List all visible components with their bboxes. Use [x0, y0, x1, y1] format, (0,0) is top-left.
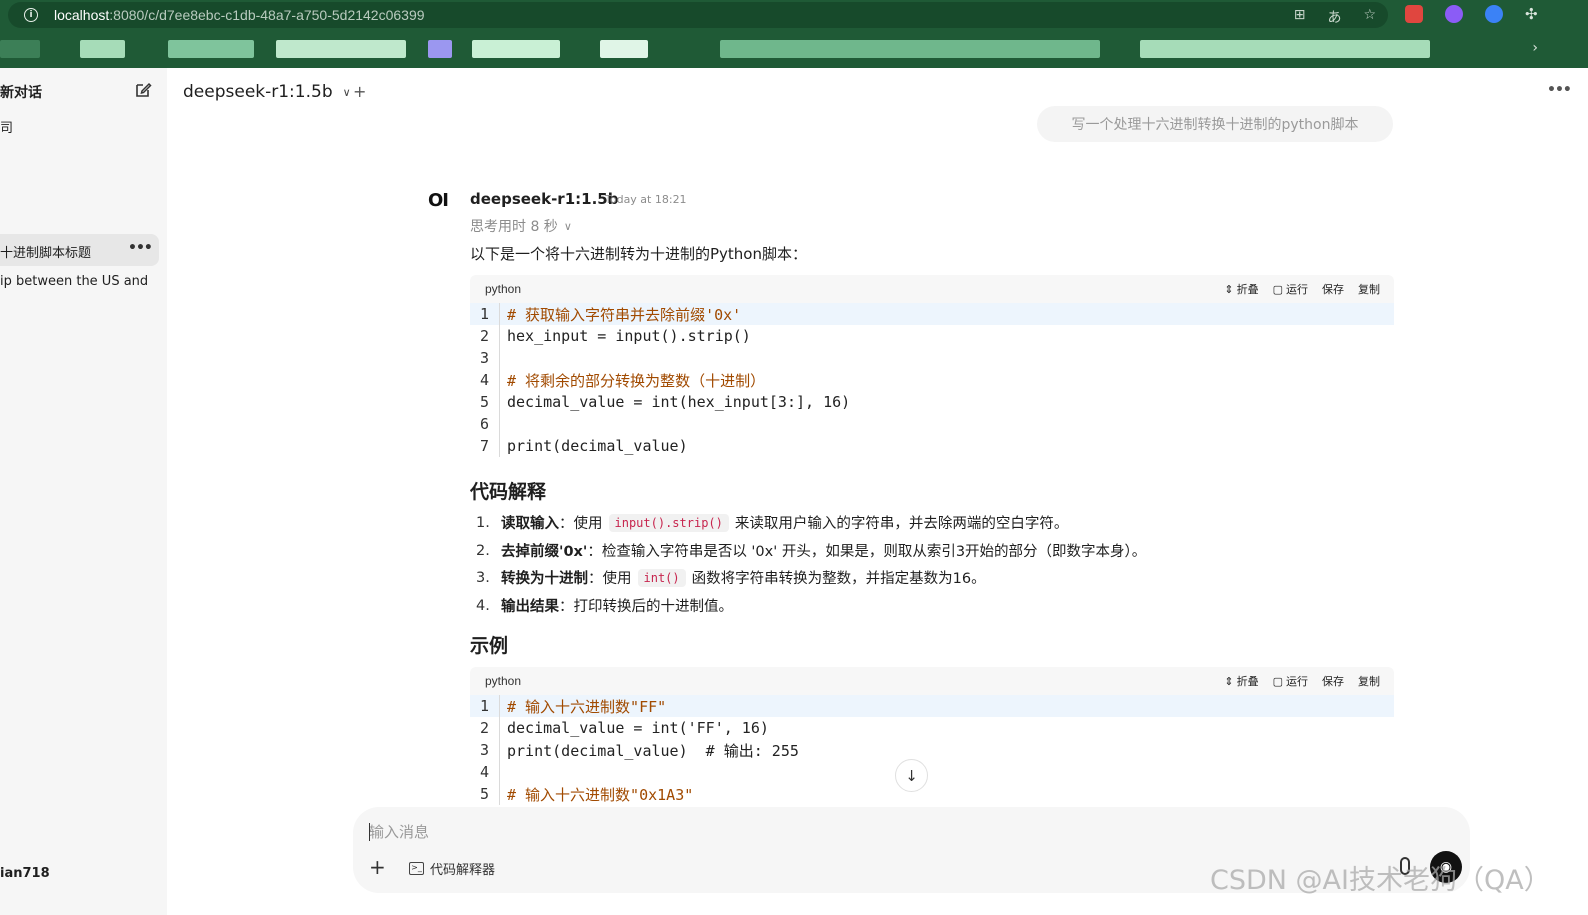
- code-language: python: [485, 674, 522, 688]
- code-block-header: python ⇕ 折叠 ▢ 运行 保存 复制: [470, 275, 1394, 303]
- bookmarks-more-icon[interactable]: ›: [1532, 40, 1538, 56]
- model-selector[interactable]: deepseek-r1:1.5b ∨: [183, 82, 351, 102]
- run-icon: ▢: [1272, 282, 1283, 296]
- list-item: 3. 转换为十进制 ：使用 int() 函数将字符串转换为整数，并指定基数为16。: [476, 568, 986, 587]
- code-block: python ⇕ 折叠 ▢ 运行 保存 复制 1 # 获取输入字符串并去除前缀'0x'…: [470, 275, 1394, 457]
- example-heading: 示例: [470, 635, 509, 657]
- bookmark-item[interactable]: [600, 40, 648, 58]
- message-input[interactable]: [369, 821, 1269, 843]
- save-button[interactable]: 保存: [1322, 673, 1344, 689]
- list-item: 1. 读取输入 ：使用 input().strip() 来读取用户输入的字符串，并…: [476, 513, 1069, 532]
- run-icon: ▢: [1272, 674, 1283, 688]
- bookmark-item[interactable]: [0, 40, 40, 58]
- code-line[interactable]: 2 hex_input = input().strip(): [470, 325, 1394, 347]
- bookmark-item[interactable]: [1140, 40, 1430, 58]
- app-grid-icon[interactable]: ⊞: [1294, 7, 1306, 27]
- bookmark-item[interactable]: [168, 40, 254, 58]
- calendar-extension-icon[interactable]: [1405, 5, 1423, 23]
- url-text[interactable]: localhost:8080/c/d7ee8ebc-c1db-48a7-a750…: [54, 7, 425, 23]
- inline-code: int(): [637, 568, 686, 587]
- new-chat-button[interactable]: 新对话: [0, 82, 42, 102]
- gem-extension-icon[interactable]: [1445, 5, 1463, 23]
- list-item: 2. 去掉前缀'0x' ：检查输入字符串是否以 '0x' 开头，如果是，则取从索引…: [476, 542, 1147, 561]
- inline-code: input().strip(): [608, 513, 729, 532]
- collapse-icon: ⇕: [1224, 282, 1234, 296]
- assistant-avatar: OI: [428, 190, 449, 211]
- code-line[interactable]: 5 decimal_value = int(hex_input[3:], 16): [470, 391, 1394, 413]
- scroll-to-bottom-button[interactable]: ↓: [895, 759, 928, 792]
- explanation-heading: 代码解释: [470, 481, 547, 503]
- add-model-button[interactable]: +: [353, 82, 366, 101]
- collapse-button[interactable]: ⇕ 折叠: [1224, 673, 1258, 689]
- run-button[interactable]: ▢ 运行: [1273, 281, 1308, 297]
- color-extension-icon[interactable]: [1485, 5, 1503, 23]
- arrow-down-icon: ↓: [905, 766, 918, 785]
- chevron-down-icon: ∨: [342, 85, 351, 99]
- code-line[interactable]: 7 print(decimal_value): [470, 435, 1394, 457]
- code-block: python ⇕ 折叠 ▢ 运行 保存 复制 1 # 输入十六进制数"FF" 2 dec…: [470, 667, 1394, 807]
- more-menu-icon[interactable]: •••: [1547, 82, 1572, 98]
- collapse-button[interactable]: ⇕ 折叠: [1224, 281, 1258, 297]
- list-item: 4. 输出结果 ：打印转换后的十进制值。: [476, 597, 733, 616]
- response-intro: 以下是一个将十六进制转为十进制的Python脚本：: [470, 245, 807, 263]
- code-line[interactable]: 5 # 输入十六进制数"0x1A3": [470, 783, 1394, 805]
- site-info-icon[interactable]: i: [24, 8, 38, 22]
- text-caret: [369, 823, 370, 841]
- bookmarks-bar: [0, 36, 1588, 64]
- collapse-icon: ⇕: [1224, 674, 1234, 688]
- code-interpreter-label: 代码解释器: [430, 863, 496, 878]
- copy-button[interactable]: 复制: [1358, 281, 1380, 297]
- translate-icon[interactable]: あ: [1327, 7, 1341, 27]
- code-line[interactable]: 2 decimal_value = int('FF', 16): [470, 717, 1394, 739]
- sidebar-chat-item[interactable]: ip between the US and: [0, 274, 148, 289]
- code-block-header: python ⇕ 折叠 ▢ 运行 保存 复制: [470, 667, 1394, 695]
- bookmark-item[interactable]: [472, 40, 560, 58]
- sidebar-chat-item[interactable]: 司: [0, 117, 13, 136]
- code-line[interactable]: 1 # 输入十六进制数"FF": [470, 695, 1394, 717]
- terminal-icon: >_: [409, 862, 424, 875]
- code-line[interactable]: 4 # 将剩余的部分转换为整数（十进制）: [470, 369, 1394, 391]
- bookmark-item[interactable]: [720, 40, 1100, 58]
- watermark: CSDN @AI技术老狗（QA）: [1210, 865, 1551, 896]
- code-language: python: [485, 282, 522, 296]
- user-name[interactable]: ian718: [0, 866, 50, 881]
- thinking-toggle[interactable]: 思考用时 8 秒 ∨: [470, 216, 572, 236]
- bookmark-item[interactable]: [80, 40, 125, 58]
- puzzle-extension-icon[interactable]: ✣: [1525, 5, 1543, 23]
- code-line[interactable]: 3 print(decimal_value) # 输出: 255: [470, 739, 1394, 761]
- chat-options-icon[interactable]: •••: [128, 240, 153, 256]
- bookmark-item[interactable]: [428, 40, 452, 58]
- thinking-label: 思考用时 8 秒: [470, 219, 558, 235]
- code-line[interactable]: 6: [470, 413, 1394, 435]
- user-message: 写一个处理十六进制转换十进制的python脚本: [1037, 106, 1393, 142]
- message-timestamp: Today at 18:21: [605, 193, 687, 206]
- chevron-down-icon: ∨: [563, 219, 572, 233]
- run-button[interactable]: ▢ 运行: [1273, 673, 1308, 689]
- edit-icon[interactable]: [134, 81, 152, 99]
- bookmark-star-icon[interactable]: ☆: [1363, 7, 1376, 27]
- bookmark-item[interactable]: [276, 40, 406, 58]
- address-bar[interactable]: i localhost:8080/c/d7ee8ebc-c1db-48a7-a7…: [8, 2, 1388, 28]
- sidebar: 新对话 司 十进制脚本标题 ••• ip between the US and …: [0, 68, 167, 915]
- copy-button[interactable]: 复制: [1358, 673, 1380, 689]
- model-name: deepseek-r1:1.5b: [183, 82, 333, 102]
- assistant-name: deepseek-r1:1.5b: [470, 190, 619, 208]
- code-line[interactable]: 1 # 获取输入字符串并去除前缀'0x': [470, 303, 1394, 325]
- code-line[interactable]: 3: [470, 347, 1394, 369]
- code-interpreter-button[interactable]: >_ 代码解释器: [409, 859, 495, 878]
- browser-toolbar: i localhost:8080/c/d7ee8ebc-c1db-48a7-a7…: [0, 0, 1588, 68]
- add-attachment-button[interactable]: +: [369, 855, 386, 879]
- save-button[interactable]: 保存: [1322, 281, 1344, 297]
- sidebar-chat-item-label[interactable]: 十进制脚本标题: [0, 242, 91, 261]
- code-line[interactable]: 4: [470, 761, 1394, 783]
